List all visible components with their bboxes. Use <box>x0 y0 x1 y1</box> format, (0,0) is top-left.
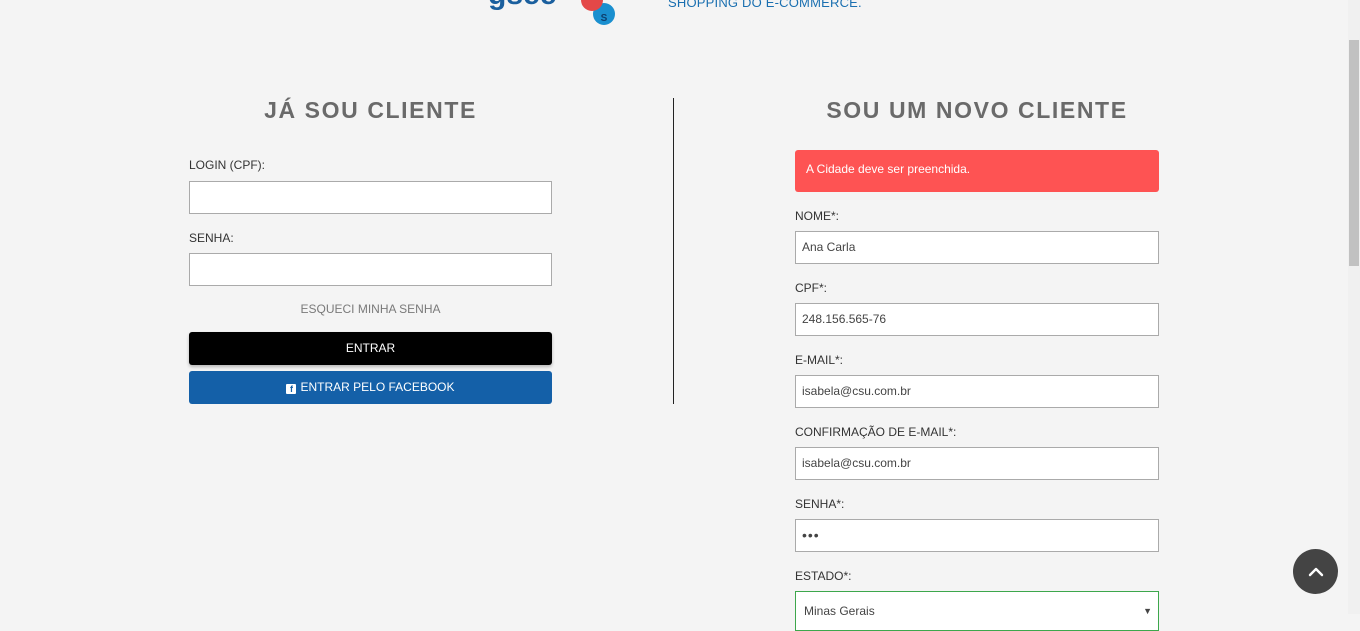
login-password-label: SENHA: <box>189 231 234 245</box>
login-title: JÁ SOU CLIENTE <box>264 97 477 123</box>
email-label: E-MAIL*: <box>795 353 844 367</box>
name-input[interactable]: Ana Carla <box>795 231 1159 264</box>
login-password-input[interactable] <box>189 253 552 286</box>
cpf-label: CPF*: <box>795 281 828 295</box>
email-confirm-label: CONFIRMAÇÃO DE E-MAIL*: <box>795 425 957 439</box>
email-confirm-input[interactable]: isabela@csu.com.br <box>795 447 1159 480</box>
facebook-login-label: ENTRAR PELO FACEBOOK <box>300 380 455 394</box>
state-select-value: Minas Gerais <box>804 604 875 618</box>
login-cpf-label: LOGIN (CPF): <box>189 158 266 172</box>
page-scrollbar[interactable] <box>1348 0 1360 614</box>
header-tagline: SHOPPING DO E-COMMERCE. <box>668 0 862 10</box>
password-label: SENHA*: <box>795 497 845 511</box>
error-alert: A Cidade deve ser preenchida. <box>795 150 1159 192</box>
email-input[interactable]: isabela@csu.com.br <box>795 375 1159 408</box>
column-divider <box>673 98 674 404</box>
state-label: ESTADO*: <box>795 569 852 583</box>
facebook-login-button[interactable]: f ENTRAR PELO FACEBOOK <box>189 371 552 404</box>
scrollbar-thumb[interactable] <box>1349 40 1359 266</box>
state-select[interactable]: Minas Gerais ▼ <box>795 591 1159 631</box>
name-label: NOME*: <box>795 209 840 223</box>
logo-graphic: ɡsee S <box>488 0 615 25</box>
chevron-down-icon: ▼ <box>1143 606 1152 616</box>
cpf-input[interactable]: 248.156.565-76 <box>795 303 1159 336</box>
back-to-top-button[interactable] <box>1293 549 1338 594</box>
forgot-password-link[interactable]: ESQUECI MINHA SENHA <box>189 302 552 316</box>
password-input[interactable]: ••• <box>795 519 1159 552</box>
register-title: SOU UM NOVO CLIENTE <box>826 97 1128 123</box>
facebook-icon: f <box>286 384 297 394</box>
enter-button[interactable]: ENTRAR <box>189 332 552 365</box>
site-logo[interactable]: ɡsee S <box>488 0 628 26</box>
login-cpf-input[interactable] <box>189 181 552 214</box>
svg-text:S: S <box>601 13 608 24</box>
svg-text:ɡsee: ɡsee <box>488 0 556 11</box>
chevron-up-icon <box>1308 567 1323 576</box>
